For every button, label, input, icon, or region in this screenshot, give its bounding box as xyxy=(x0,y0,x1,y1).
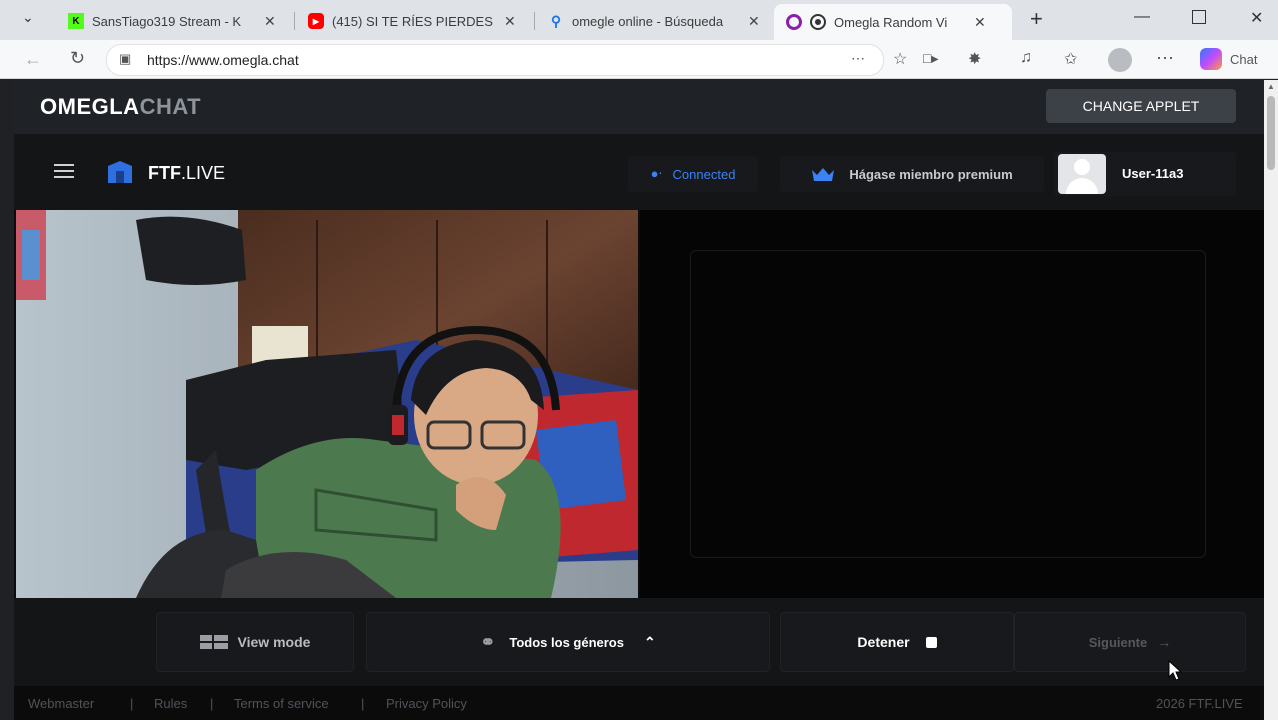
copilot-icon xyxy=(1200,48,1222,70)
tab-bing-search[interactable]: ⚲ omegle online - Búsqueda ✕ xyxy=(548,6,760,36)
view-mode-icon xyxy=(199,635,228,649)
close-tab-icon[interactable]: ✕ xyxy=(504,13,516,30)
recording-icon xyxy=(810,14,826,30)
next-button[interactable]: Siguiente → xyxy=(1014,612,1246,672)
gender-icon: ⚭ xyxy=(480,631,496,652)
wifi-icon: ●⋅ xyxy=(650,166,663,181)
user-menu[interactable]: User-11a3 xyxy=(1054,152,1236,196)
close-tab-icon[interactable]: ✕ xyxy=(264,13,276,30)
copilot-button[interactable]: Chat xyxy=(1200,48,1257,70)
connection-status-label: Connected xyxy=(672,166,736,182)
footer-separator: | xyxy=(210,696,214,711)
view-mode-button[interactable]: View mode xyxy=(156,612,354,672)
minimize-icon[interactable]: — xyxy=(1134,8,1150,26)
ftf-logo-icon xyxy=(108,161,132,183)
footer-separator: | xyxy=(361,696,365,711)
avatar xyxy=(1058,154,1106,194)
webcam-feed-image xyxy=(16,210,638,598)
stop-button[interactable]: Detener xyxy=(780,612,1014,672)
hamburger-menu-icon[interactable] xyxy=(54,164,74,182)
profile-avatar-icon[interactable] xyxy=(1108,48,1132,72)
tab-label: (415) SI TE RÍES PIERDES xyxy=(332,13,493,29)
footer-link-rules[interactable]: Rules xyxy=(154,696,187,711)
omeglachat-logo[interactable]: OMEGLACHAT xyxy=(40,94,201,120)
tab-label: Omegla Random Vi xyxy=(834,14,948,30)
more-options-icon[interactable]: ⋯ xyxy=(851,50,865,67)
connection-status: ●⋅ Connected xyxy=(628,156,758,192)
maximize-icon[interactable] xyxy=(1192,10,1206,24)
settings-more-icon[interactable]: ⋯ xyxy=(1156,48,1174,69)
username: User-11a3 xyxy=(1122,166,1184,181)
web-page: OMEGLACHAT CHANGE APPLET FTF.LIVE ●⋅ Con… xyxy=(14,80,1264,720)
kick-icon: K xyxy=(68,13,84,29)
ftf-live-brand[interactable]: FTF.LIVE xyxy=(148,163,225,184)
stop-label: Detener xyxy=(857,634,910,650)
premium-label: Hágase miembro premium xyxy=(849,166,1013,182)
browser-tab-bar: ⌄ K SansTiago319 Stream - K ✕ ▶ (415) SI… xyxy=(0,0,1278,40)
premium-button[interactable]: Hágase miembro premium xyxy=(780,156,1044,192)
youtube-icon: ▶ xyxy=(308,13,324,29)
close-tab-icon[interactable]: ✕ xyxy=(974,14,986,31)
stop-icon xyxy=(925,636,937,648)
remote-video-frame xyxy=(690,250,1206,558)
close-window-icon[interactable]: ✕ xyxy=(1250,8,1263,28)
extensions-icon[interactable]: ✸ xyxy=(968,49,981,69)
tab-label: SansTiago319 Stream - K xyxy=(92,13,242,29)
local-video xyxy=(16,210,638,598)
footer-link-privacy[interactable]: Privacy Policy xyxy=(386,696,467,711)
footer-separator: | xyxy=(130,696,134,711)
footer: Webmaster | Rules | Terms of service | P… xyxy=(14,686,1264,720)
url-text[interactable]: https://www.omegla.chat xyxy=(147,52,299,68)
reload-icon[interactable]: ↻ xyxy=(70,48,85,69)
footer-link-webmaster[interactable]: Webmaster xyxy=(28,696,94,711)
mouse-cursor-icon xyxy=(1168,659,1183,687)
chevron-up-icon: ⌃ xyxy=(643,633,656,650)
scroll-up-icon[interactable]: ▲ xyxy=(1267,82,1275,91)
new-tab-icon[interactable]: + xyxy=(1030,6,1043,32)
favorite-star-icon[interactable]: ☆ xyxy=(893,49,907,69)
site-header: OMEGLACHAT CHANGE APPLET xyxy=(14,80,1264,134)
close-tab-icon[interactable]: ✕ xyxy=(748,13,760,30)
omegla-icon xyxy=(786,14,802,30)
address-bar[interactable]: ▣ https://www.omegla.chat ⋯ ☆ □▸ xyxy=(106,44,938,76)
remote-video xyxy=(640,210,1264,598)
change-applet-button[interactable]: CHANGE APPLET xyxy=(1046,89,1236,123)
gender-filter-button[interactable]: ⚭ Todos los géneros ⌃ xyxy=(366,612,770,672)
site-info-icon[interactable]: ▣ xyxy=(119,51,131,67)
copyright: 2026 FTF.LIVE xyxy=(1156,696,1243,711)
page-scrollbar[interactable]: ▲ xyxy=(1264,80,1278,720)
tab-label: omegle online - Búsqueda xyxy=(572,13,724,29)
footer-link-terms[interactable]: Terms of service xyxy=(234,696,329,711)
next-label: Siguiente xyxy=(1088,634,1148,650)
back-icon[interactable]: ← xyxy=(24,49,42,70)
favorites-icon[interactable]: ✩ xyxy=(1064,49,1077,69)
scrollbar-thumb[interactable] xyxy=(1267,96,1275,170)
arrow-right-icon: → xyxy=(1157,634,1172,650)
media-icon[interactable]: ♫ xyxy=(1020,49,1032,67)
copilot-label: Chat xyxy=(1230,51,1258,67)
tab-youtube[interactable]: ▶ (415) SI TE RÍES PIERDES ✕ xyxy=(308,6,516,36)
tab-kick[interactable]: K SansTiago319 Stream - K ✕ xyxy=(68,6,276,36)
tab-list-chevron-icon[interactable]: ⌄ xyxy=(22,9,34,26)
camera-icon[interactable]: □▸ xyxy=(923,50,938,67)
search-icon: ⚲ xyxy=(550,12,562,29)
crown-icon xyxy=(812,168,835,181)
control-bar: View mode ⚭ Todos los géneros ⌃ Detener … xyxy=(14,598,1264,686)
tab-omegla-active[interactable]: Omegla Random Vi ✕ xyxy=(774,4,1012,40)
view-mode-label: View mode xyxy=(237,634,311,650)
app-header: FTF.LIVE ●⋅ Connected Hágase miembro pre… xyxy=(14,134,1264,210)
address-bar-row: ← ↻ ▣ https://www.omegla.chat ⋯ ☆ □▸ ✸ ♫… xyxy=(0,40,1278,79)
gender-filter-label: Todos los géneros xyxy=(509,634,624,650)
